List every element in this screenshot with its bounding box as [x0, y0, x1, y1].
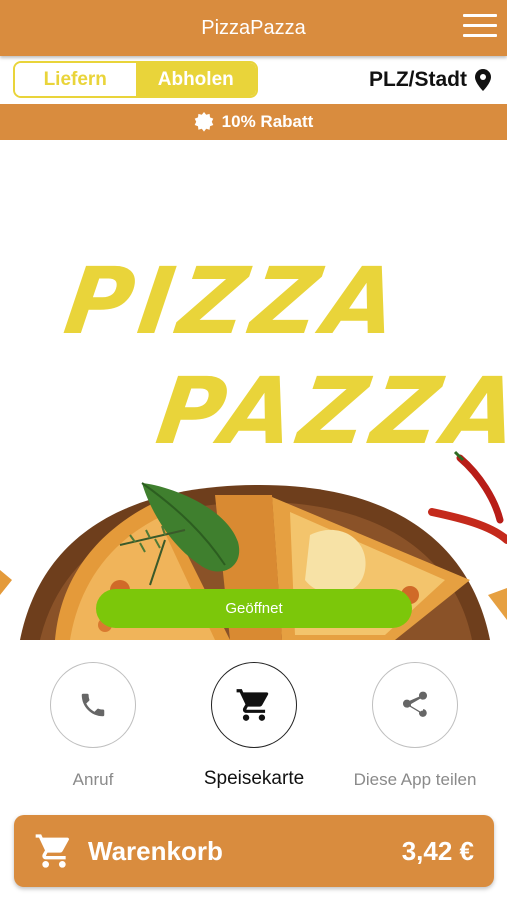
cart-icon	[35, 834, 69, 868]
toggle-option-liefern[interactable]: Liefern	[15, 63, 136, 96]
quick-actions: Anruf Speisekarte Diese App teilen	[0, 640, 507, 800]
app-title: PizzaPazza	[201, 16, 306, 39]
share-circle	[372, 662, 458, 748]
location-selector[interactable]: PLZ/Stadt	[369, 68, 491, 92]
cart-button[interactable]: Warenkorb 3,42 €	[14, 815, 494, 887]
location-label: PLZ/Stadt	[369, 68, 467, 91]
hero-banner: PIZZA PAZZA	[0, 140, 507, 640]
phone-icon	[81, 693, 105, 717]
hamburger-menu-icon[interactable]	[463, 14, 497, 40]
location-pin-icon	[475, 69, 491, 91]
cart-total: 3,42 €	[401, 835, 474, 866]
badge-icon	[194, 112, 213, 132]
share-app-button[interactable]: Diese App teilen	[350, 662, 480, 790]
share-icon	[403, 691, 427, 717]
toggle-option-abholen[interactable]: Abholen	[135, 63, 256, 96]
menu-circle	[211, 662, 297, 748]
delivery-mode-toggle: Liefern Abholen	[13, 61, 258, 98]
open-status-badge: Geöffnet	[96, 589, 412, 628]
pizza-image	[0, 450, 507, 640]
discount-label: 10% Rabatt	[221, 112, 314, 131]
call-button[interactable]: Anruf	[28, 662, 158, 790]
call-label: Anruf	[72, 770, 114, 789]
cart-label: Warenkorb	[88, 835, 223, 866]
share-label: Diese App teilen	[353, 770, 477, 789]
cart-icon	[236, 689, 269, 721]
menu-button[interactable]: Speisekarte	[189, 662, 319, 790]
order-mode-bar: Liefern Abholen PLZ/Stadt	[0, 56, 507, 104]
discount-banner[interactable]: 10% Rabatt	[0, 104, 507, 140]
call-circle	[50, 662, 136, 748]
menu-label: Speisekarte	[203, 768, 305, 789]
app-header: PizzaPazza	[0, 0, 507, 56]
